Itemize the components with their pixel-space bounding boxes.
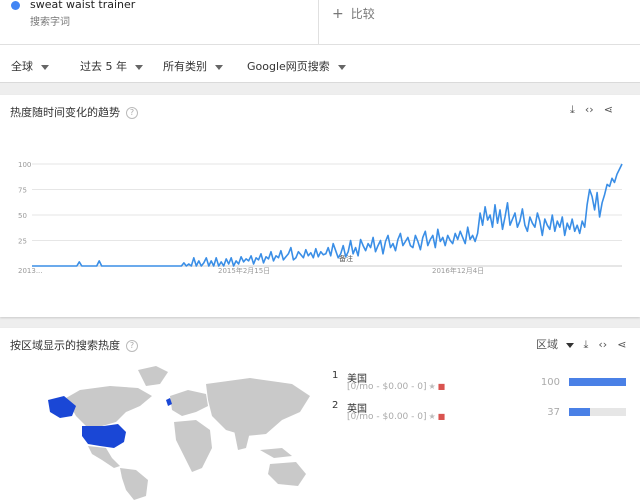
star-icon[interactable]: ★ [428, 412, 435, 421]
trash-icon[interactable]: ■ [438, 412, 446, 421]
filter-region-dropdown[interactable]: 全球 [11, 58, 49, 74]
caret-down-icon [215, 64, 223, 70]
region-meta-text: [0/mo - $0.00 - 0] [347, 382, 427, 392]
caret-down-icon [41, 64, 49, 70]
search-term-header: sweat waist trainer 搜索字词 + 比较 [0, 0, 640, 45]
map-mexico[interactable] [88, 446, 120, 468]
term-name[interactable]: sweat waist trainer [30, 0, 135, 11]
map-australia[interactable] [268, 462, 306, 486]
caret-down-icon [135, 64, 143, 70]
map-india[interactable] [234, 430, 250, 450]
region-bar [569, 408, 626, 416]
region-bar-fill [569, 378, 626, 386]
y-tick-label: 25 [18, 238, 27, 246]
star-icon[interactable]: ★ [428, 382, 435, 391]
region-bar [569, 378, 626, 386]
x-tick-label: 2013... [18, 267, 43, 275]
plus-icon: + [332, 6, 344, 22]
filter-time-dropdown[interactable]: 过去 5 年 [80, 58, 143, 74]
filter-time-label: 过去 5 年 [80, 60, 127, 73]
map-africa[interactable] [174, 420, 212, 472]
region-value: 100 [540, 377, 560, 388]
caret-down-icon [337, 64, 346, 70]
interest-by-region-card: 按区域显示的搜索热度? 区域 ⤓ ‹› ⋖ 1 美国 [0/mo - $0.00 -… [0, 328, 640, 500]
filter-bar: 全球 过去 5 年 所有类别 Google网页搜索 [0, 45, 640, 83]
region-rank: 2 [332, 400, 339, 411]
share-icon[interactable]: ⋖ [617, 338, 626, 351]
map-usa[interactable] [82, 424, 126, 448]
region-bar-fill [569, 408, 591, 416]
compare-button[interactable]: + 比较 [332, 5, 375, 22]
compare-label: 比较 [350, 7, 375, 21]
region-meta-text: [0/mo - $0.00 - 0] [347, 412, 427, 422]
region-value: 37 [547, 407, 560, 418]
term-color-dot [11, 1, 20, 10]
region-row[interactable]: 1 美国 [0/mo - $0.00 - 0] ★ ■ 100 [332, 370, 632, 400]
filter-category-dropdown[interactable]: 所有类别 [163, 58, 223, 74]
filter-region-label: 全球 [11, 60, 33, 73]
x-tick-label: 2015年2月15日 [218, 266, 270, 275]
region-meta: [0/mo - $0.00 - 0] ★ ■ [347, 412, 445, 422]
region-actions: 区域 ⤓ ‹› ⋖ [516, 336, 626, 352]
y-tick-label: 100 [18, 161, 31, 169]
world-map [48, 366, 310, 500]
map-asia[interactable] [206, 378, 310, 436]
chart-y-ticks: 100 75 50 25 [18, 161, 31, 246]
filter-property-dropdown[interactable]: Google网页搜索 [247, 58, 346, 74]
region-row[interactable]: 2 英国 [0/mo - $0.00 - 0] ★ ■ 37 [332, 400, 632, 430]
region-title-text: 按区域显示的搜索热度 [10, 339, 120, 352]
trend-chart: 100755025 2013... 2015年2月15日 2016年12月4日备注 [18, 161, 623, 275]
trash-icon[interactable]: ■ [438, 382, 446, 391]
region-title: 按区域显示的搜索热度? [10, 337, 138, 353]
search-term-card[interactable]: sweat waist trainer 搜索字词 [0, 0, 319, 44]
map-south-america[interactable] [120, 468, 148, 500]
x-tick-label: 2016年12月4日 [432, 266, 484, 275]
region-meta: [0/mo - $0.00 - 0] ★ ■ [347, 382, 445, 392]
embed-icon[interactable]: ‹› [598, 338, 607, 351]
resolution-dropdown[interactable]: 区域 [526, 336, 574, 352]
map-europe[interactable] [170, 390, 208, 416]
filter-category-label: 所有类别 [163, 60, 207, 73]
filter-property-label: Google网页搜索 [247, 60, 330, 73]
region-rank: 1 [332, 370, 339, 381]
interest-over-time-card: 热度随时间变化的趋势? ⤓ ‹› ⋖ 100 75 50 25 2013... 2015年2… [0, 95, 640, 317]
caret-down-icon [565, 342, 574, 348]
map-greenland[interactable] [138, 366, 168, 386]
help-icon[interactable]: ? [126, 340, 138, 352]
term-type: 搜索字词 [30, 17, 70, 28]
y-tick-label: 50 [18, 212, 27, 220]
y-tick-label: 75 [18, 187, 27, 195]
download-icon[interactable]: ⤓ [584, 338, 589, 352]
resolution-label: 区域 [536, 338, 558, 351]
map-canada[interactable] [66, 386, 152, 426]
map-indonesia[interactable] [260, 448, 292, 458]
